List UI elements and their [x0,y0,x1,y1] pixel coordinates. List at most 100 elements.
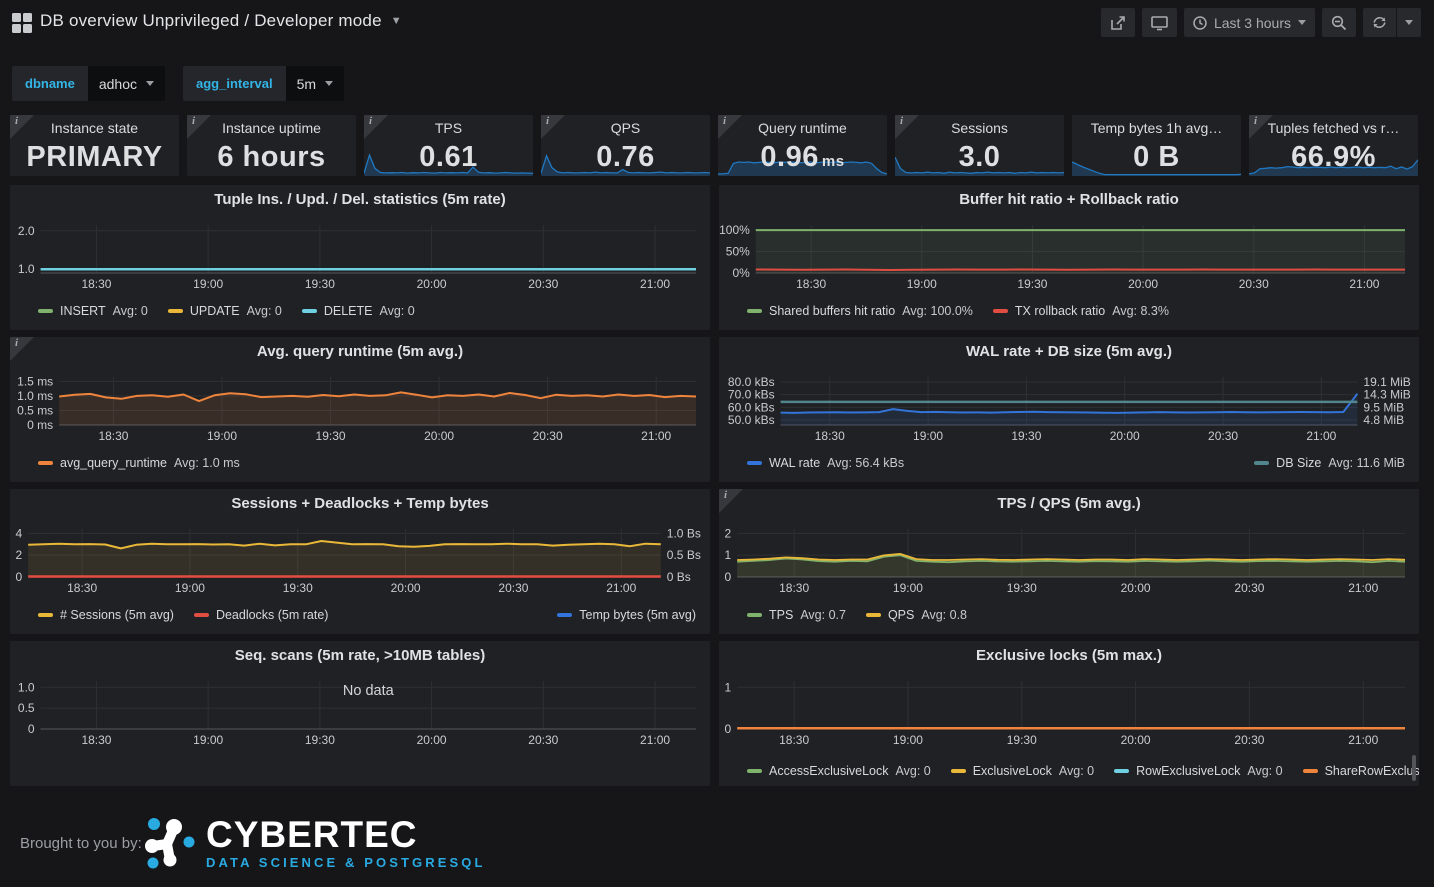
panel-info-icon[interactable]: i [719,489,743,513]
svg-text:20:30: 20:30 [1234,581,1264,595]
zoom-out-button[interactable] [1322,8,1356,37]
legend-item[interactable]: ShareRowExclusiveLockAvg: 0 [1303,764,1419,778]
legend-item[interactable]: RowExclusiveLockAvg: 0 [1114,764,1282,778]
panel-title[interactable]: Avg. query runtime (5m avg.) [10,337,710,367]
panel-info-icon[interactable]: i [187,115,211,139]
stat-title[interactable]: Sessions [895,120,1064,136]
panel-title[interactable]: Buffer hit ratio + Rollback ratio [719,185,1419,215]
legend-label: DELETE [324,304,373,318]
panel-info-icon[interactable]: i [541,115,565,139]
svg-text:1.0: 1.0 [18,262,35,276]
stat-panel-tps: iTPS0.61 [364,115,533,176]
stat-title[interactable]: QPS [541,120,710,136]
legend-item[interactable]: avg_query_runtimeAvg: 1.0 ms [38,456,240,470]
panel-title[interactable]: Exclusive locks (5m max.) [719,641,1419,671]
svg-text:19:00: 19:00 [207,429,237,443]
legend-label: avg_query_runtime [60,456,167,470]
legend-label: TPS [769,608,793,622]
refresh-button[interactable] [1363,8,1396,37]
legend-item[interactable]: UPDATEAvg: 0 [168,304,282,318]
legend-item[interactable]: DELETEAvg: 0 [302,304,415,318]
svg-text:0: 0 [16,570,23,584]
legend-item[interactable]: ExclusiveLockAvg: 0 [951,764,1094,778]
panel-info-icon[interactable]: i [718,115,742,139]
svg-text:20:00: 20:00 [424,429,454,443]
svg-text:19:30: 19:30 [1007,733,1037,747]
legend-item[interactable]: Deadlocks (5m rate) [194,608,329,622]
stat-title[interactable]: Tuples fetched vs r… [1249,120,1418,136]
legend-swatch [557,613,572,617]
stat-title[interactable]: Instance state [10,120,179,136]
svg-text:1: 1 [725,680,732,694]
stat-title[interactable]: Instance uptime [187,120,356,136]
legend-item[interactable]: AccessExclusiveLock Avg: 0 [747,764,931,778]
svg-text:19:30: 19:30 [305,733,335,747]
dashboard-title[interactable]: DB overview Unprivileged / Developer mod… [40,11,402,31]
legend-avg: Avg: 0 [1247,764,1282,778]
legend-label: AccessExclusiveLock [769,764,889,778]
dashboard-grid-icon[interactable] [12,13,32,33]
legend-label: Shared buffers hit ratio [769,304,895,318]
stat-panel-sessions: iSessions3.0 [895,115,1064,176]
legend-item[interactable]: TPSAvg: 0.7 [747,608,846,622]
variable-agg-interval[interactable]: agg_interval 5m [183,66,344,101]
panel-title[interactable]: WAL rate + DB size (5m avg.) [719,337,1419,367]
panel-seq-scans: Seq. scans (5m rate, >10MB tables)00.51.… [10,641,710,786]
svg-text:21:00: 21:00 [1348,733,1378,747]
time-range-picker[interactable]: Last 3 hours [1184,8,1315,37]
legend-label: ShareRowExclusiveLock [1325,764,1419,778]
legend-avg: Avg: 0 [896,764,931,778]
svg-text:18:30: 18:30 [81,733,111,747]
stat-value: 6 hours [187,141,356,174]
svg-text:20:30: 20:30 [528,277,558,291]
svg-text:21:00: 21:00 [640,733,670,747]
panel-info-icon[interactable]: i [364,115,388,139]
panel-info-icon[interactable]: i [10,337,34,361]
stat-title[interactable]: TPS [364,120,533,136]
legend-label: TX rollback ratio [1015,304,1105,318]
legend-label: ExclusiveLock [973,764,1052,778]
legend-item[interactable]: Shared buffers hit ratio Avg: 100.0% [747,304,973,318]
cycle-view-button[interactable] [1142,8,1177,37]
legend-avg: Avg: 100.0% [902,304,973,318]
legend-item[interactable]: INSERTAvg: 0 [38,304,148,318]
zoom-out-icon [1331,15,1347,31]
legend-item[interactable]: TX rollback ratioAvg: 8.3% [993,304,1169,318]
panel-info-icon[interactable]: i [1249,115,1273,139]
legend-item[interactable]: Temp bytes (5m avg) [557,608,696,622]
legend-label: WAL rate [769,456,820,470]
panel-legend: avg_query_runtimeAvg: 1.0 ms [10,454,710,472]
variable-dbname-value[interactable]: adhoc [88,66,165,101]
legend-item[interactable]: # Sessions (5m avg) [38,608,174,622]
panel-title[interactable]: TPS / QPS (5m avg.) [719,489,1419,519]
legend-item[interactable]: WAL rateAvg: 56.4 kBs [747,456,904,470]
share-icon [1110,15,1126,31]
panel-title[interactable]: Seq. scans (5m rate, >10MB tables) [10,641,710,671]
panel-info-icon[interactable]: i [895,115,919,139]
variable-agg-interval-value[interactable]: 5m [286,66,344,101]
share-button[interactable] [1101,8,1135,37]
svg-text:60.0 kBs: 60.0 kBs [728,400,775,414]
variable-agg-interval-label: agg_interval [183,66,286,101]
legend-scrollbar[interactable] [1412,755,1416,781]
panel-title[interactable]: Sessions + Deadlocks + Temp bytes [10,489,710,519]
legend-swatch [38,613,53,617]
logo-title: CYBERTEC [206,817,486,853]
legend-item[interactable]: QPSAvg: 0.8 [866,608,967,622]
cybertec-molecule-icon [140,815,196,871]
panel-info-icon[interactable]: i [10,115,34,139]
panel-wal-rate-db-size: WAL rate + DB size (5m avg.)50.0 kBs4.8 … [719,337,1419,482]
legend-item[interactable]: DB SizeAvg: 11.6 MiB [1254,456,1405,470]
variable-dbname[interactable]: dbname adhoc [12,66,165,101]
stat-title[interactable]: Query runtime [718,120,887,136]
svg-text:20:00: 20:00 [1128,277,1158,291]
svg-text:2: 2 [16,548,23,562]
refresh-interval-dropdown[interactable] [1397,8,1421,37]
chart-tps-qps: 01218:3019:0019:3020:0020:3021:00 [719,519,1419,599]
svg-text:80.0 kBs: 80.0 kBs [728,375,775,389]
panel-title[interactable]: Tuple Ins. / Upd. / Del. statistics (5m … [10,185,710,215]
svg-text:19.1 MiB: 19.1 MiB [1363,375,1410,389]
stat-panel-instance-state: iInstance state PRIMARY [10,115,179,176]
stat-title[interactable]: Temp bytes 1h avg… [1072,120,1241,136]
stat-value: PRIMARY [10,141,179,174]
